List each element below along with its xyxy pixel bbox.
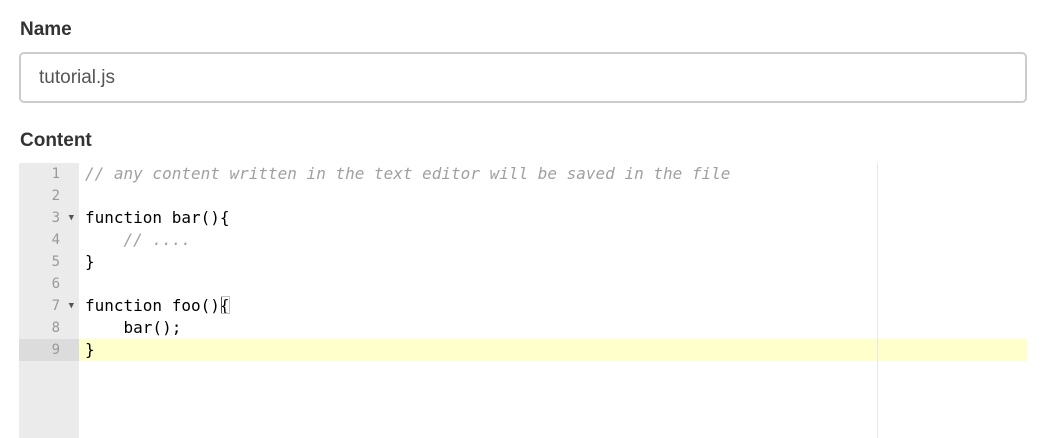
gutter-row: 8 [19, 317, 79, 339]
line-number: 8 [51, 320, 60, 336]
bracket-match-marker [221, 296, 230, 314]
triangle-down-icon[interactable]: ▼ [69, 295, 74, 317]
line-number: 3 [51, 210, 60, 226]
name-label: Name [20, 19, 72, 40]
code-line[interactable]: function bar(){ [85, 207, 1027, 229]
code-line[interactable]: bar(); [85, 317, 1027, 339]
line-number: 7 [51, 298, 60, 314]
line-number: 1 [51, 166, 60, 182]
line-number: 4 [51, 232, 60, 248]
code-line[interactable] [85, 273, 1027, 295]
code-content[interactable]: // any content written in the text edito… [85, 163, 1027, 361]
line-numbers: 1 2 3 ▼ 4 5 6 7 ▼ 8 9 [19, 163, 79, 361]
code-line[interactable]: } [85, 339, 1027, 361]
triangle-down-icon[interactable]: ▼ [69, 207, 74, 229]
gutter-row: 4 [19, 229, 79, 251]
gutter-row: 6 [19, 273, 79, 295]
line-number: 9 [51, 342, 60, 358]
code-line[interactable]: // .... [85, 229, 1027, 251]
code-line[interactable]: // any content written in the text edito… [85, 163, 1027, 185]
gutter-row: 7 ▼ [19, 295, 79, 317]
content-label: Content [20, 130, 92, 151]
gutter-row: 9 [19, 339, 79, 361]
line-number: 2 [51, 188, 60, 204]
text-cursor [221, 297, 222, 313]
code-editor[interactable]: 1 2 3 ▼ 4 5 6 7 ▼ 8 9 // any content written in th… [19, 163, 1027, 438]
gutter-row: 2 [19, 185, 79, 207]
name-input[interactable] [19, 52, 1027, 103]
line-number: 5 [51, 254, 60, 270]
gutter-row: 1 [19, 163, 79, 185]
line-number: 6 [51, 276, 60, 292]
code-line[interactable]: } [85, 251, 1027, 273]
gutter-row: 3 ▼ [19, 207, 79, 229]
gutter-row: 5 [19, 251, 79, 273]
code-line[interactable] [85, 185, 1027, 207]
